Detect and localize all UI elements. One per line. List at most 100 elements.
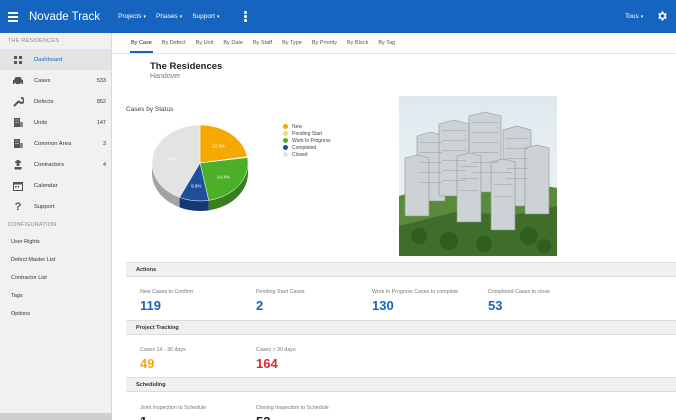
tab-by-case[interactable]: By Case bbox=[126, 33, 157, 53]
legend-swatch bbox=[283, 131, 288, 136]
stat-value: 1 bbox=[140, 414, 206, 420]
project-photo bbox=[399, 96, 557, 256]
sidebar-item-dashboard[interactable]: Dashboard bbox=[0, 49, 111, 70]
stat-new-cases[interactable]: New Cases to Confirm 119 bbox=[140, 289, 193, 313]
sidebar-item-count: 533 bbox=[96, 77, 106, 84]
sidebar-item-calendar[interactable]: Calendar bbox=[0, 175, 111, 196]
legend-swatch bbox=[283, 138, 288, 143]
chart-title: Cases by Status bbox=[126, 106, 174, 113]
legend-item-new[interactable]: New bbox=[283, 123, 331, 130]
legend-label: Pending Start bbox=[292, 130, 323, 137]
tabs-divider bbox=[112, 53, 676, 54]
stat-label: Completed Cases to close bbox=[488, 289, 550, 295]
nav-projects[interactable]: Projects ▾ bbox=[118, 13, 146, 20]
nav-phases-label: Phases bbox=[156, 13, 178, 20]
stat-value: 130 bbox=[372, 298, 394, 313]
scope-selector[interactable]: Tous ▾ bbox=[625, 0, 643, 33]
sidebar-item-units[interactable]: Units 147 bbox=[0, 112, 111, 133]
stat-joint-inspection[interactable]: Joint Inspection to Schedule 1 bbox=[140, 405, 206, 420]
tab-by-staff[interactable]: By Staff bbox=[248, 33, 277, 53]
pie-data-label: 43% bbox=[167, 156, 176, 161]
project-title: The Residences bbox=[150, 61, 223, 72]
sidebar-item-label: Units bbox=[34, 119, 48, 126]
stat-value: 53 bbox=[256, 414, 329, 420]
sidebar-footer bbox=[0, 413, 112, 420]
chevron-down-icon: ▾ bbox=[179, 13, 183, 20]
sidebar-item-label: Calendar bbox=[34, 182, 58, 189]
more-vertical-icon[interactable] bbox=[244, 11, 247, 22]
stat-value: 2 bbox=[256, 298, 264, 313]
sidebar-item-label: Cases bbox=[34, 77, 51, 84]
stat-value: 119 bbox=[140, 298, 161, 313]
sidebar-item-options[interactable]: Options bbox=[0, 305, 111, 323]
stat-work-in-progress[interactable]: Work In Progress Cases to complete 130 bbox=[372, 289, 458, 313]
stat-closing-inspection[interactable]: Closing Inspection to Schedule 53 bbox=[256, 405, 329, 420]
project-phase: Handover bbox=[150, 73, 181, 80]
stat-cases-over-30[interactable]: Cases > 30 days 164 bbox=[256, 347, 296, 371]
pie-data-label: 22.3% bbox=[212, 144, 225, 149]
brand: Novade Track bbox=[0, 0, 112, 33]
calendar-icon bbox=[11, 179, 25, 193]
stat-value: 49 bbox=[140, 356, 155, 371]
sidebar-item-label: Dashboard bbox=[34, 56, 63, 63]
sidebar-item-label: Support bbox=[34, 203, 55, 210]
sidebar-section-residences: THE RESIDENCES bbox=[8, 38, 60, 44]
chevron-down-icon: ▾ bbox=[640, 13, 644, 20]
legend-item-pending-start[interactable]: Pending Start bbox=[283, 130, 331, 137]
section-actions: Actions bbox=[126, 262, 676, 277]
sidebar-item-defects[interactable]: Defects 852 bbox=[0, 91, 111, 112]
pie-data-label: 24.4% bbox=[217, 174, 230, 179]
sidebar-item-common-area[interactable]: Common Area 3 bbox=[0, 133, 111, 154]
sidebar-item-support[interactable]: ? Support bbox=[0, 196, 111, 217]
chevron-down-icon: ▾ bbox=[143, 13, 146, 20]
building-icon bbox=[11, 137, 25, 151]
sidebar-item-cases[interactable]: Cases 533 bbox=[0, 70, 111, 91]
app-title[interactable]: Novade Track bbox=[29, 11, 100, 23]
view-tabs: By Case By Defect By Unit By Date By Sta… bbox=[126, 33, 400, 53]
stat-label: Pending Start Cases bbox=[256, 289, 305, 295]
legend-swatch bbox=[283, 145, 288, 150]
stat-label: Cases > 30 days bbox=[256, 347, 296, 353]
tab-by-defect[interactable]: By Defect bbox=[157, 33, 191, 53]
sidebar-item-user-rights[interactable]: User Rights bbox=[0, 233, 111, 251]
stat-cases-14-30[interactable]: Cases 14 - 30 days 49 bbox=[140, 347, 186, 371]
sidebar-item-contractors[interactable]: Contractors 4 bbox=[0, 154, 111, 175]
chevron-down-icon: ▾ bbox=[216, 13, 220, 20]
scope-label: Tous bbox=[625, 13, 639, 20]
tab-by-date[interactable]: By Date bbox=[218, 33, 248, 53]
sidebar-item-contractor-list[interactable]: Contractor List bbox=[0, 269, 111, 287]
sidebar-item-count: 147 bbox=[96, 119, 106, 126]
legend-item-closed[interactable]: Closed bbox=[283, 151, 331, 158]
stat-label: Joint Inspection to Schedule bbox=[140, 405, 207, 411]
stat-completed[interactable]: Completed Cases to close 53 bbox=[488, 289, 550, 313]
tab-by-type[interactable]: By Type bbox=[277, 33, 307, 53]
tab-by-block[interactable]: By Block bbox=[342, 33, 373, 53]
stat-label: Closing Inspection to Schedule bbox=[256, 405, 329, 411]
grid-icon bbox=[11, 53, 25, 67]
building-icon bbox=[11, 116, 25, 130]
sidebar-item-label: Defects bbox=[34, 98, 54, 105]
menu-icon[interactable] bbox=[8, 11, 28, 22]
legend-item-work-in-progress[interactable]: Work In Progress bbox=[283, 137, 331, 144]
sidebar-item-label: Common Area bbox=[34, 140, 72, 147]
cases-by-status-pie-chart: 22.3% 24.4% 9.9% 43% bbox=[151, 124, 249, 211]
stat-pending-start[interactable]: Pending Start Cases 2 bbox=[256, 289, 305, 313]
top-bar: Novade Track Projects ▾ Phases ▾ Support ▾ … bbox=[0, 0, 676, 33]
gear-icon[interactable] bbox=[656, 10, 668, 22]
legend-swatch bbox=[283, 152, 288, 157]
pie-data-label: 9.9% bbox=[191, 184, 201, 189]
top-nav: Projects ▾ Phases ▾ Support ▾ bbox=[118, 0, 220, 33]
nav-support[interactable]: Support ▾ bbox=[192, 13, 219, 20]
tab-by-tag[interactable]: By Tag bbox=[373, 33, 400, 53]
legend-item-completed[interactable]: Completed bbox=[283, 144, 331, 151]
stat-label: Work In Progress Cases to complete bbox=[372, 289, 459, 295]
sidebar-item-defect-master-list[interactable]: Defect Master List bbox=[0, 251, 111, 269]
worker-icon bbox=[11, 158, 25, 172]
sidebar-item-count: 3 bbox=[102, 140, 106, 147]
nav-phases[interactable]: Phases ▾ bbox=[156, 13, 182, 20]
sidebar-item-tags[interactable]: Tags bbox=[0, 287, 111, 305]
nav-projects-label: Projects bbox=[118, 13, 142, 20]
tab-by-priority[interactable]: By Priority bbox=[307, 33, 342, 53]
section-project-tracking: Project Tracking bbox=[126, 320, 676, 335]
tab-by-unit[interactable]: By Unit bbox=[191, 33, 219, 53]
